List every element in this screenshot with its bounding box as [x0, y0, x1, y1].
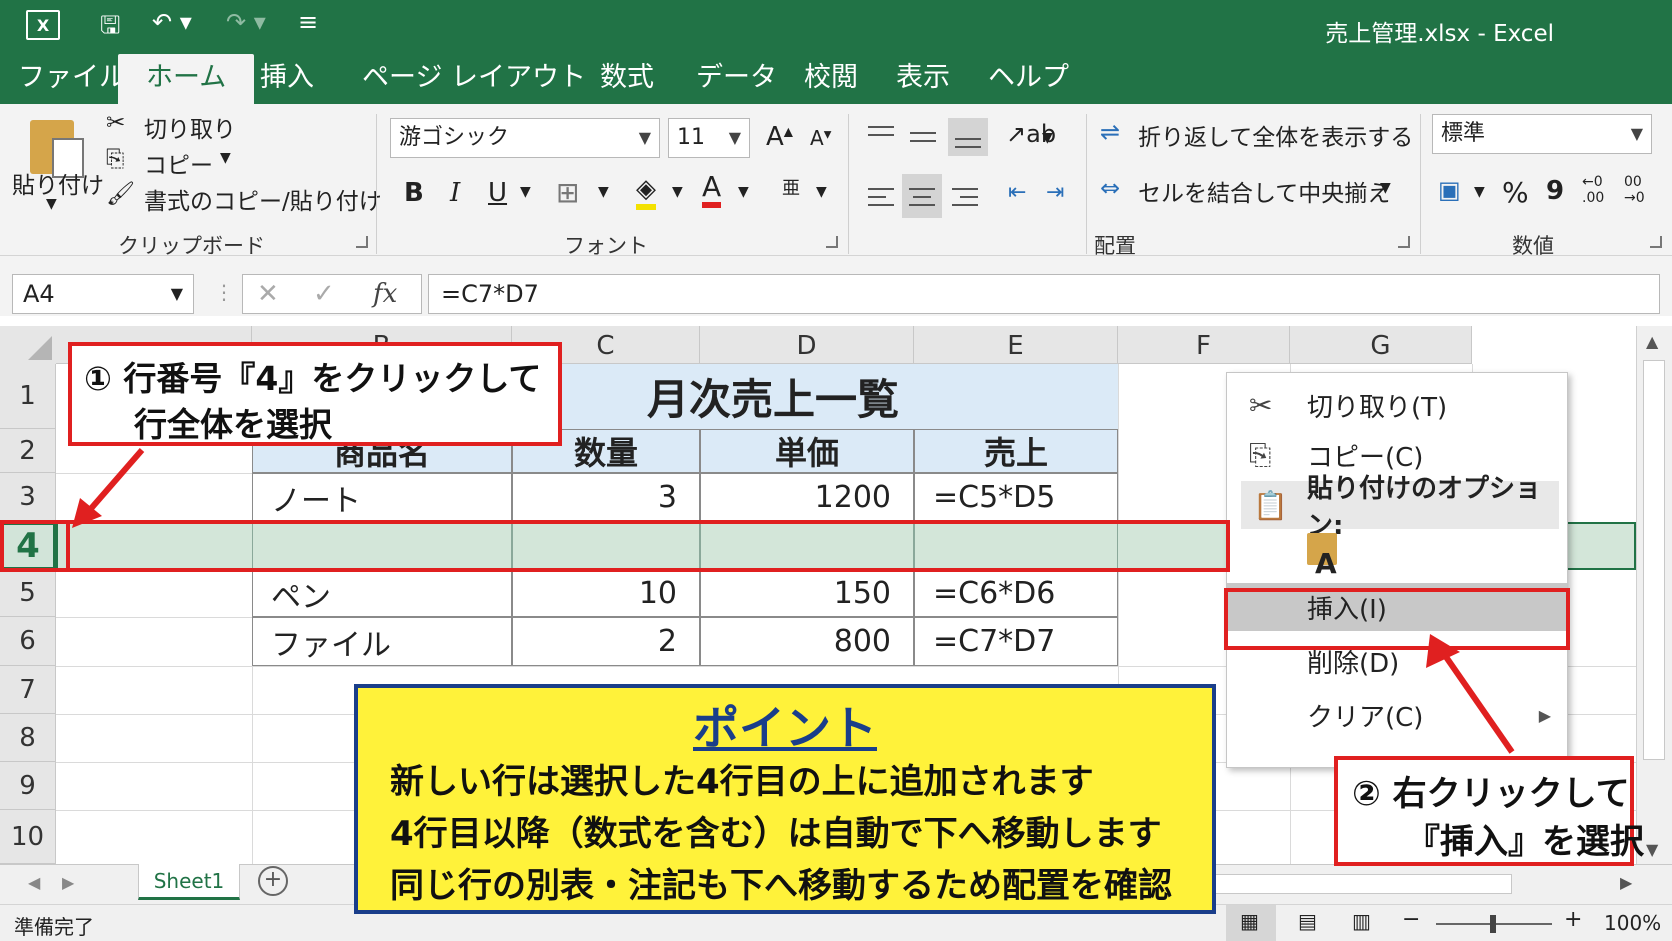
point-box: ポイント 新しい行は選択した4行目の上に追加されます 4行目以降（数式を含む）は… — [354, 684, 1216, 914]
point-title: ポイント — [693, 701, 877, 755]
step2-line2: 『挿入』を選択 — [1406, 822, 1644, 862]
arrow-head-insert — [1426, 634, 1460, 668]
step2-line1: ② 右クリックして — [1352, 774, 1630, 814]
point-line-2: 4行目以降（数式を含む）は自動で下へ移動します — [390, 814, 1162, 854]
step2-callout: ② 右クリックして 『挿入』を選択 — [1334, 756, 1644, 866]
point-line-1: 新しい行は選択した4行目の上に追加されます — [390, 762, 1094, 802]
arrow-to-insert — [1441, 652, 1515, 754]
step1-line1: ① 行番号『4』をクリックして — [84, 359, 542, 398]
point-line-3: 同じ行の別表・注記も下へ移動するため配置を確認 — [390, 866, 1172, 906]
step1-line2: 行全体を選択 — [134, 405, 332, 444]
arrow-to-row4 — [85, 448, 145, 514]
step1-callout: ① 行番号『4』をクリックして 行全体を選択 — [68, 342, 562, 446]
